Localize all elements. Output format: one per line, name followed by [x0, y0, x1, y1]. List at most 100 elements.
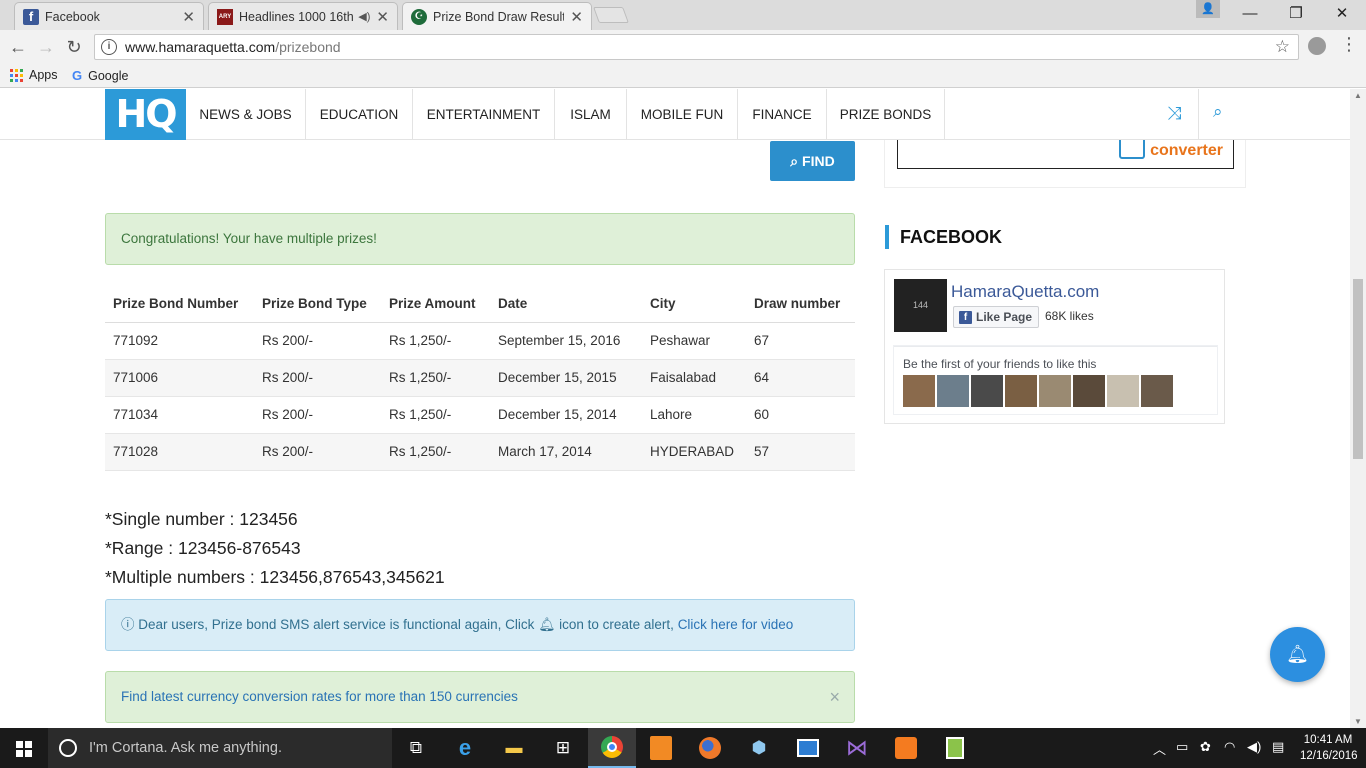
app-window-icon[interactable]	[784, 728, 832, 768]
friend-avatar[interactable]	[937, 375, 969, 407]
visual-studio-icon[interactable]: ⋈	[833, 728, 881, 768]
tab-prize-bond[interactable]: ☪ Prize Bond Draw Result P ✕	[402, 2, 592, 30]
fb-like-page-button[interactable]: f Like Page	[953, 306, 1039, 328]
table-cell: 60	[746, 396, 855, 434]
nav-entertainment[interactable]: ENTERTAINMENT	[413, 89, 555, 140]
video-link[interactable]: Click here for video	[678, 617, 794, 632]
table-row: 771028 Rs 200/- Rs 1,250/- March 17, 201…	[105, 433, 855, 471]
virtualbox-icon[interactable]: ⬢	[735, 728, 783, 768]
column-header: Prize Amount	[381, 285, 490, 323]
friend-avatar[interactable]	[1141, 375, 1173, 407]
minimize-button[interactable]: —	[1227, 0, 1273, 30]
friend-avatar[interactable]	[971, 375, 1003, 407]
find-button[interactable]: ⌕ FIND	[770, 141, 855, 181]
nav-mobile-fun[interactable]: MOBILE FUN	[627, 89, 738, 140]
wifi-icon[interactable]: ◠	[1224, 739, 1235, 755]
xampp-icon[interactable]	[882, 728, 930, 768]
nav-islam[interactable]: ISLAM	[555, 89, 627, 140]
cortana-placeholder: I'm Cortana. Ask me anything.	[89, 740, 282, 756]
hint-single-number: *Single number : 123456	[105, 509, 298, 529]
forward-button[interactable]: →	[34, 35, 58, 59]
cortana-search-box[interactable]: I'm Cortana. Ask me anything.	[48, 728, 392, 768]
close-tab-icon[interactable]: ✕	[376, 8, 389, 26]
notepad-plus-icon[interactable]	[931, 728, 979, 768]
profile-icon[interactable]: 👤	[1196, 0, 1220, 18]
restore-button[interactable]: ❐	[1273, 0, 1319, 30]
tray-overflow-icon[interactable]: ︿	[1153, 739, 1166, 758]
close-icon[interactable]: ×	[829, 672, 840, 722]
new-tab-button[interactable]	[593, 7, 629, 23]
info-circle-icon: ⓘ	[121, 617, 135, 632]
nav-prize-bonds[interactable]: PRIZE BONDS	[827, 89, 945, 140]
close-tab-icon[interactable]: ✕	[182, 8, 195, 26]
audio-playing-icon[interactable]: ◀)	[358, 10, 370, 23]
back-button[interactable]: ←	[6, 35, 30, 59]
clock-time: 10:41 AM	[1303, 734, 1353, 746]
fb-page-name[interactable]: HamaraQuetta.com	[951, 282, 1099, 302]
shuffle-icon[interactable]: ⤨	[1167, 103, 1181, 124]
pdf-app-icon[interactable]	[637, 728, 685, 768]
task-view-icon[interactable]: ⧉	[392, 728, 440, 768]
table-cell: 771092	[105, 322, 254, 360]
firefox-icon[interactable]	[686, 728, 734, 768]
friend-avatar[interactable]	[1005, 375, 1037, 407]
browser-tab-bar: f Facebook ✕ ARY Headlines 1000 16th D ◀…	[0, 0, 1366, 30]
nav-finance[interactable]: FINANCE	[738, 89, 827, 140]
chrome-icon[interactable]	[588, 728, 636, 768]
search-icon[interactable]: ⌕	[1213, 102, 1223, 122]
tab-facebook[interactable]: f Facebook ✕	[14, 2, 204, 30]
column-header: Prize Bond Number	[105, 285, 254, 323]
nav-education[interactable]: EDUCATION	[306, 89, 413, 140]
browser-toolbar: ← → ↻ i www.hamaraquetta.com/prizebond ☆…	[0, 30, 1366, 64]
close-tab-icon[interactable]: ✕	[570, 8, 583, 26]
tray-app-icon[interactable]: ✿	[1200, 739, 1211, 755]
table-cell: Rs 200/-	[254, 433, 381, 471]
nav-news-jobs[interactable]: NEWS & JOBS	[186, 89, 306, 140]
battery-icon[interactable]: ▭	[1176, 739, 1188, 755]
friend-avatar[interactable]	[1039, 375, 1071, 407]
tab-headlines[interactable]: ARY Headlines 1000 16th D ◀) ✕	[208, 2, 398, 30]
reload-button[interactable]: ↻	[62, 35, 86, 59]
fb-page-thumbnail[interactable]: 144	[894, 279, 947, 332]
facebook-icon: f	[23, 8, 39, 25]
notification-bell-button[interactable]: 🔔︎	[1270, 627, 1325, 682]
currency-alert-link[interactable]: Find latest currency conversion rates fo…	[121, 689, 518, 704]
volume-icon[interactable]: ◀)	[1247, 739, 1261, 755]
tab-label: Facebook	[45, 9, 100, 24]
address-bar[interactable]: i www.hamaraquetta.com/prizebond ☆	[94, 34, 1299, 60]
bookmark-apps[interactable]: Apps	[10, 68, 58, 82]
scroll-up-arrow-icon[interactable]: ▲	[1350, 91, 1366, 100]
extension-icon[interactable]	[1308, 37, 1326, 55]
chrome-menu-icon[interactable]: ⋮	[1340, 34, 1358, 55]
friend-avatar[interactable]	[1073, 375, 1105, 407]
fb-like-label: Like Page	[976, 310, 1033, 324]
scrollbar-thumb[interactable]	[1353, 279, 1363, 459]
friend-avatar[interactable]	[903, 375, 935, 407]
page-scrollbar[interactable]: ▲ ▼	[1350, 89, 1366, 728]
bookmark-google[interactable]: G Google	[72, 68, 128, 83]
column-header: Draw number	[746, 285, 855, 323]
table-cell: Rs 200/-	[254, 359, 381, 397]
system-clock[interactable]: 10:41 AM 12/16/2016	[1300, 732, 1358, 764]
search-icon: ⌕	[790, 153, 803, 169]
friend-avatar[interactable]	[1107, 375, 1139, 407]
edge-icon[interactable]: e	[441, 728, 489, 768]
windows-start-button[interactable]	[0, 728, 48, 768]
google-icon: G	[72, 68, 83, 83]
table-cell: 64	[746, 359, 855, 397]
clock-date: 12/16/2016	[1300, 750, 1358, 762]
bookmark-star-icon[interactable]: ☆	[1275, 37, 1290, 57]
table-row: 771034 Rs 200/- Rs 1,250/- December 15, …	[105, 396, 855, 434]
scroll-down-arrow-icon[interactable]: ▼	[1350, 717, 1366, 726]
site-logo[interactable]: HQ	[105, 89, 186, 140]
table-cell: Rs 1,250/-	[381, 433, 490, 471]
success-alert: Congratulations! Your have multiple priz…	[105, 213, 855, 265]
store-icon[interactable]: ⊞	[539, 728, 587, 768]
converter-label: converter	[1150, 142, 1223, 159]
table-cell: Peshawar	[642, 322, 746, 360]
table-cell: HYDERABAD	[642, 433, 746, 471]
close-window-button[interactable]: ✕	[1319, 0, 1365, 30]
action-center-icon[interactable]: ▤	[1272, 739, 1284, 755]
site-info-icon[interactable]: i	[101, 39, 117, 55]
file-explorer-icon[interactable]: ▬	[490, 728, 538, 768]
